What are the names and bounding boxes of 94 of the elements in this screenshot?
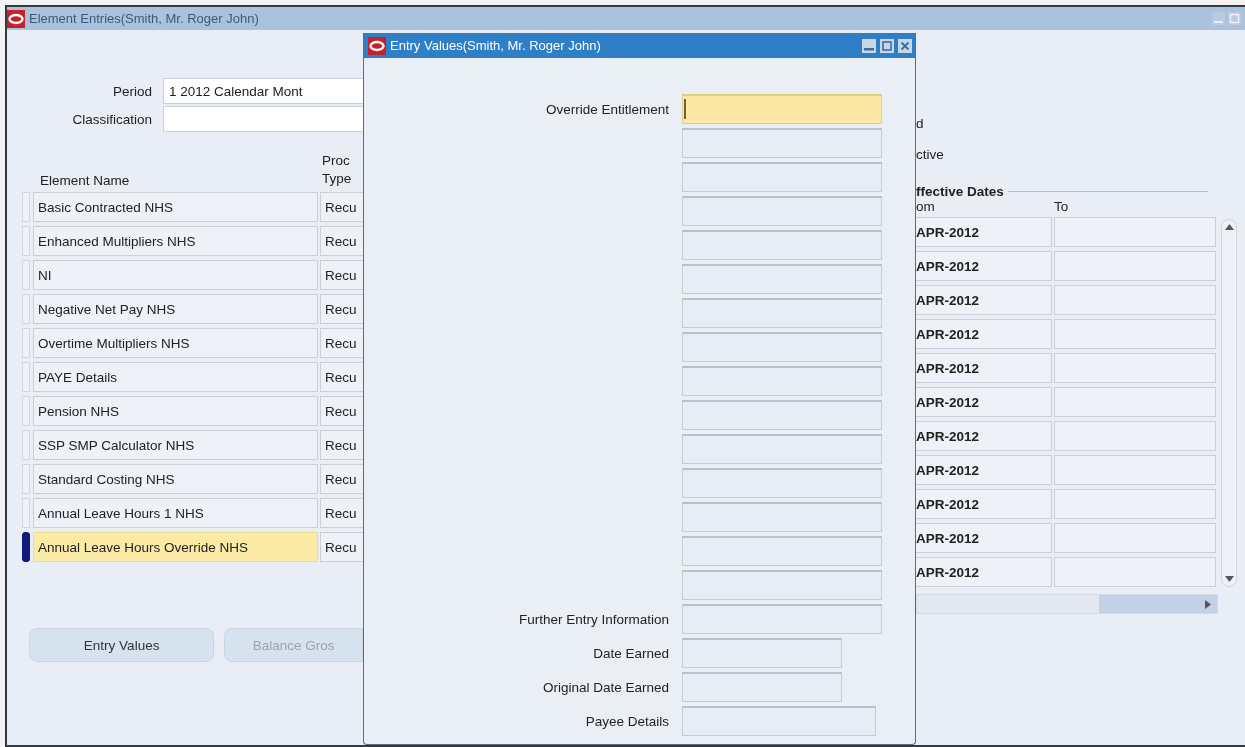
input-field[interactable]	[682, 264, 882, 294]
table-cell: Recu	[320, 260, 363, 290]
close-icon[interactable]	[898, 38, 912, 53]
table-cell: Standard Costing NHS	[33, 464, 318, 494]
horizontal-scrollbar[interactable]	[916, 594, 1218, 614]
input-field[interactable]	[682, 332, 882, 362]
table-cell: Recu	[320, 328, 363, 358]
field-label: Further Entry Information	[518, 611, 669, 627]
table-cell: NI	[33, 260, 318, 290]
table-cell: Recu	[320, 192, 363, 222]
column-header: To	[1054, 199, 1069, 215]
input-field[interactable]	[682, 298, 882, 328]
input-field[interactable]	[682, 672, 842, 702]
input-field[interactable]	[682, 400, 882, 430]
table-cell: Recu	[320, 498, 363, 528]
field-label: Payee Details	[585, 713, 669, 729]
vertical-scrollbar[interactable]	[1221, 219, 1237, 587]
classification-field[interactable]	[163, 106, 363, 132]
table-cell: PAYE Details	[33, 362, 318, 392]
table-cell: APR-2012	[916, 455, 1052, 485]
table-cell[interactable]	[1054, 489, 1216, 519]
table-cell: Enhanced Multipliers NHS	[33, 226, 318, 256]
label-text: d	[916, 116, 925, 131]
table-cell: Basic Contracted NHS	[33, 192, 318, 222]
table-cell[interactable]	[1054, 353, 1216, 383]
table-cell[interactable]	[1054, 217, 1216, 247]
table-cell: APR-2012	[916, 489, 1052, 519]
scroll-up-icon[interactable]	[1224, 224, 1234, 230]
column-header: Element Name	[40, 173, 131, 188]
table-cell: Recu	[320, 396, 363, 426]
field-label: Override Entitlement	[545, 101, 669, 117]
input-field[interactable]	[682, 468, 882, 498]
table-cell: Recu	[320, 294, 363, 324]
table-cell: SSP SMP Calculator NHS	[33, 430, 318, 460]
scroll-right-icon[interactable]	[1205, 599, 1211, 609]
input-field[interactable]	[682, 706, 876, 736]
table-cell[interactable]	[1054, 285, 1216, 315]
column-header: Proc Type	[322, 152, 352, 188]
table-cell[interactable]	[1054, 319, 1216, 349]
table-cell: Recu	[320, 532, 363, 562]
oracle-logo-icon	[7, 9, 25, 28]
input-field[interactable]	[682, 638, 842, 668]
table-cell: Recu	[320, 430, 363, 460]
field-label: Original Date Earned	[542, 679, 669, 695]
input-field[interactable]	[682, 230, 882, 260]
oracle-logo-icon	[368, 36, 386, 55]
minimize-icon[interactable]	[862, 38, 876, 53]
table-cell[interactable]	[1054, 387, 1216, 417]
table-cell: Overtime Multipliers NHS	[33, 328, 318, 358]
table-cell: Negative Net Pay NHS	[33, 294, 318, 324]
input-field[interactable]	[682, 536, 882, 566]
table-cell: Recu	[320, 362, 363, 392]
table-cell: APR-2012	[916, 285, 1052, 315]
input-field[interactable]	[682, 434, 882, 464]
window-title: Element Entries(Smith, Mr. Roger John)	[29, 11, 259, 26]
table-cell[interactable]	[1054, 421, 1216, 451]
table-cell: APR-2012	[916, 251, 1052, 281]
table-cell[interactable]	[1054, 251, 1216, 281]
table-cell: APR-2012	[916, 421, 1052, 451]
action-button[interactable]: Entry Values	[29, 628, 215, 662]
dialog-title: Entry Values(Smith, Mr. Roger John)	[390, 38, 601, 53]
maximize-icon[interactable]	[1228, 12, 1241, 25]
table-cell: APR-2012	[916, 557, 1052, 587]
field-label: Date Earned	[593, 645, 669, 661]
table-cell: Recu	[320, 226, 363, 256]
table-cell: Annual Leave Hours Override NHS	[33, 532, 318, 562]
table-cell: APR-2012	[916, 523, 1052, 553]
field-label: Period	[111, 83, 153, 99]
field-label: Classification	[71, 111, 153, 127]
table-cell: Pension NHS	[33, 396, 318, 426]
input-field[interactable]	[682, 502, 882, 532]
label-text: ctive	[916, 147, 945, 162]
column-header: om	[916, 199, 936, 215]
input-field[interactable]	[682, 128, 882, 158]
input-field[interactable]	[682, 570, 882, 600]
table-cell[interactable]	[1054, 523, 1216, 553]
table-cell[interactable]	[1054, 455, 1216, 485]
input-field[interactable]	[682, 162, 882, 192]
table-cell: Annual Leave Hours 1 NHS	[33, 498, 318, 528]
row-indicator[interactable]	[22, 532, 30, 562]
table-cell[interactable]	[1054, 557, 1216, 587]
input-field[interactable]	[682, 366, 882, 396]
table-cell: APR-2012	[916, 217, 1052, 247]
table-cell: APR-2012	[916, 387, 1052, 417]
table-cell: Recu	[320, 464, 363, 494]
input-field[interactable]	[682, 94, 882, 124]
scroll-down-icon[interactable]	[1224, 576, 1234, 582]
group-header: ffective Dates	[916, 184, 1004, 199]
input-field[interactable]	[682, 604, 882, 634]
period-field[interactable]: 1 2012 Calendar Mont	[163, 78, 363, 104]
maximize-icon[interactable]	[880, 38, 894, 53]
table-cell: APR-2012	[916, 319, 1052, 349]
input-field[interactable]	[682, 196, 882, 226]
table-cell: APR-2012	[916, 353, 1052, 383]
